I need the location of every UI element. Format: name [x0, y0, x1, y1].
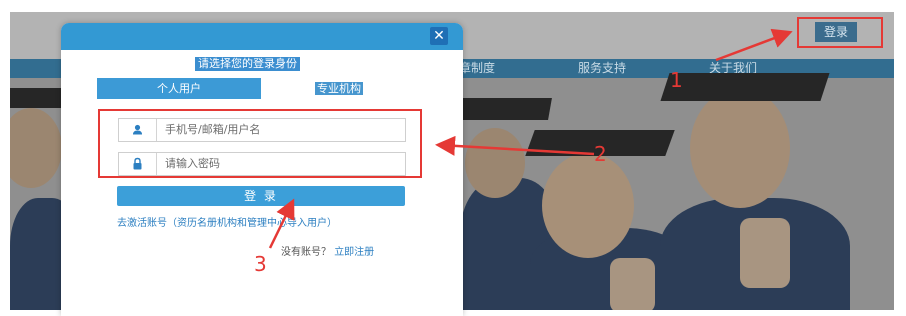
- register-row: 没有账号？ 立即注册: [281, 247, 374, 259]
- tab-organization[interactable]: 专业机构: [261, 78, 427, 99]
- login-button[interactable]: 登 录: [117, 186, 405, 206]
- no-account-text: 没有账号？: [281, 247, 331, 258]
- annotation-box-login: [797, 17, 883, 48]
- nav-item-regulations[interactable]: 章制度: [459, 59, 495, 78]
- tab-organization-label: 专业机构: [315, 82, 363, 95]
- annotation-number-2: 2: [594, 142, 607, 166]
- annotation-box-fields: [98, 109, 422, 178]
- nav-item-service-support[interactable]: 服务支持: [578, 59, 626, 78]
- dialog-title: 请选择您的登录身份: [195, 57, 300, 71]
- close-icon[interactable]: ✕: [430, 27, 448, 45]
- annotation-number-3: 3: [254, 252, 267, 276]
- annotation-number-1: 1: [670, 68, 683, 92]
- tab-personal-user[interactable]: 个人用户: [97, 78, 261, 99]
- register-link[interactable]: 立即注册: [334, 247, 374, 258]
- activate-account-link[interactable]: 去激活账号（资历名册机构和管理中心导入用户）: [117, 218, 407, 230]
- dialog-header: ✕: [61, 23, 463, 50]
